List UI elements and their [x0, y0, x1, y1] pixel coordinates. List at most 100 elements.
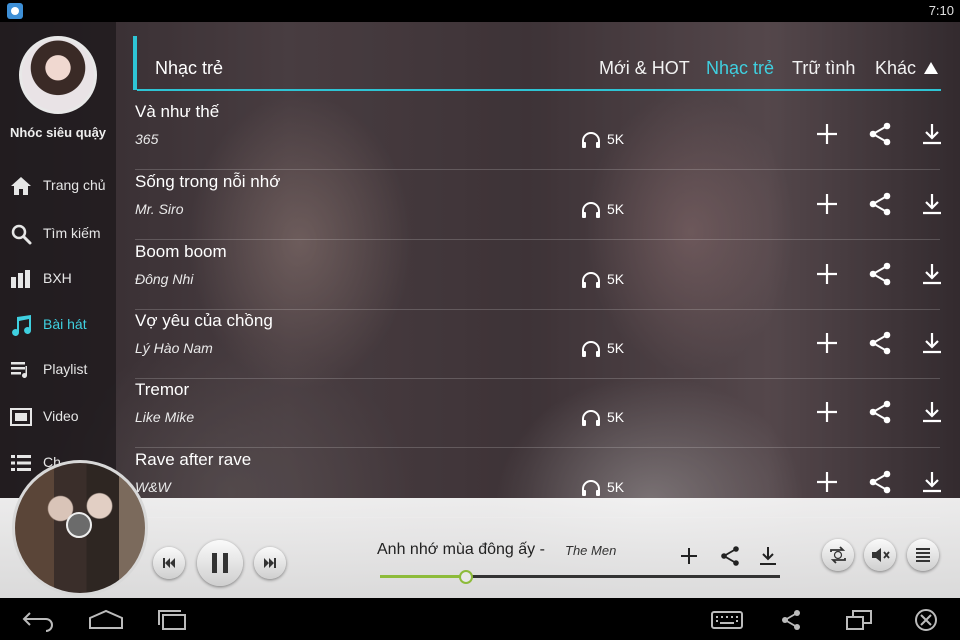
list-item[interactable]: Boom boom Đông Nhi 5K [135, 240, 941, 310]
search-icon [11, 224, 32, 245]
app-notification-icon [7, 3, 23, 19]
window-icon[interactable] [839, 608, 879, 632]
song-title: Boom boom [135, 242, 227, 261]
list-item[interactable]: Sống trong nỗi nhớ Mr. Siro 5K [135, 170, 941, 240]
download-icon[interactable] [756, 544, 780, 568]
add-icon[interactable] [814, 121, 840, 147]
header-underline [137, 89, 941, 91]
download-icon[interactable] [919, 330, 945, 356]
song-artist[interactable]: 365 [135, 131, 158, 147]
play-count: 5K [581, 407, 641, 427]
play-count-value: 5K [607, 271, 625, 287]
play-count: 5K [581, 477, 641, 497]
sidebar-item-songs[interactable]: Bài hát [0, 305, 116, 345]
pause-icon [212, 553, 228, 573]
tab-nhac-tre[interactable]: Nhạc trẻ [706, 58, 774, 79]
now-playing-artist: The Men [565, 543, 617, 558]
play-count-value: 5K [607, 201, 625, 217]
headphones-icon [582, 480, 600, 496]
add-icon[interactable] [814, 330, 840, 356]
add-icon[interactable] [814, 469, 840, 495]
previous-button[interactable] [153, 547, 185, 579]
song-title: Và như thế [135, 102, 220, 121]
now-playing-title: Anh nhớ mùa đông ấy - [377, 541, 545, 558]
share-icon[interactable] [867, 191, 893, 217]
sidebar-item-label: Video [43, 408, 79, 424]
add-icon[interactable] [814, 261, 840, 287]
play-count-value: 5K [607, 409, 625, 425]
play-count-value: 5K [607, 479, 625, 495]
list-item[interactable]: Vợ yêu của chồng Lý Hào Nam 5K [135, 309, 941, 379]
next-icon [264, 558, 276, 568]
close-icon[interactable] [906, 608, 946, 632]
sidebar-item-label: Playlist [43, 361, 88, 377]
play-count-value: 5K [607, 131, 625, 147]
share-icon[interactable] [867, 330, 893, 356]
song-title: Tremor [135, 380, 190, 399]
download-icon[interactable] [919, 469, 945, 495]
music-note-icon [12, 315, 32, 336]
share-icon[interactable] [867, 261, 893, 287]
sidebar-item-video[interactable]: Video [0, 397, 116, 437]
song-artist[interactable]: Lý Hào Nam [135, 340, 213, 356]
add-icon[interactable] [814, 191, 840, 217]
sidebar-item-label: Tìm kiếm [43, 225, 101, 241]
play-count: 5K [581, 129, 641, 149]
share-icon[interactable] [718, 544, 742, 568]
share-icon[interactable] [867, 399, 893, 425]
download-icon[interactable] [919, 261, 945, 287]
share-icon[interactable] [867, 121, 893, 147]
song-title: Sống trong nỗi nhớ [135, 172, 281, 191]
home-icon [11, 177, 31, 195]
play-count-value: 5K [607, 340, 625, 356]
add-icon[interactable] [814, 399, 840, 425]
volume-mute-icon [872, 548, 890, 562]
add-icon[interactable] [677, 544, 701, 568]
song-artist[interactable]: Like Mike [135, 409, 194, 425]
home-icon[interactable] [86, 608, 126, 632]
download-icon[interactable] [919, 121, 945, 147]
playlist-icon [11, 362, 27, 378]
bar-chart-icon [11, 270, 30, 288]
pause-button[interactable] [197, 540, 243, 586]
share-icon[interactable] [867, 469, 893, 495]
system-navigation-bar [0, 598, 960, 640]
queue-menu-button[interactable] [907, 539, 939, 571]
song-artist[interactable]: W&W [135, 479, 171, 495]
list-item[interactable]: Và như thế 365 5K [135, 100, 941, 170]
sidebar-item-search[interactable]: Tìm kiếm [0, 214, 116, 254]
next-button[interactable] [254, 547, 286, 579]
share-icon[interactable] [771, 608, 811, 632]
headphones-icon [582, 341, 600, 357]
download-icon[interactable] [919, 399, 945, 425]
header-accent-bar [133, 36, 137, 90]
repeat-one-button[interactable] [822, 539, 854, 571]
headphones-icon [582, 132, 600, 148]
tab-khac[interactable]: Khác [875, 58, 916, 79]
triangle-up-icon[interactable] [924, 62, 938, 74]
username: Nhóc siêu quậy [9, 125, 107, 140]
song-title: Vợ yêu của chồng [135, 311, 273, 330]
play-count: 5K [581, 338, 641, 358]
sidebar-item-home[interactable]: Trang chủ [0, 166, 116, 206]
back-icon[interactable] [18, 608, 58, 632]
page-title: Nhạc trẻ [155, 58, 224, 78]
video-icon [10, 408, 32, 426]
list-item[interactable]: Tremor Like Mike 5K [135, 378, 941, 448]
avatar[interactable] [19, 36, 97, 114]
album-art-knob[interactable] [66, 512, 92, 538]
tab-tru-tinh[interactable]: Trữ tình [792, 58, 855, 79]
previous-icon [163, 558, 175, 568]
song-artist[interactable]: Đông Nhi [135, 271, 193, 287]
progress-thumb[interactable] [459, 570, 473, 584]
mute-button[interactable] [864, 539, 896, 571]
sidebar-item-charts[interactable]: BXH [0, 259, 116, 299]
tab-moi-hot[interactable]: Mới & HOT [599, 58, 690, 79]
download-icon[interactable] [919, 191, 945, 217]
recent-apps-icon[interactable] [152, 608, 192, 632]
sidebar-item-playlist[interactable]: Playlist [0, 350, 116, 390]
status-time: 7:10 [928, 3, 954, 18]
keyboard-icon[interactable] [707, 608, 747, 632]
song-artist[interactable]: Mr. Siro [135, 201, 183, 217]
headphones-icon [582, 202, 600, 218]
